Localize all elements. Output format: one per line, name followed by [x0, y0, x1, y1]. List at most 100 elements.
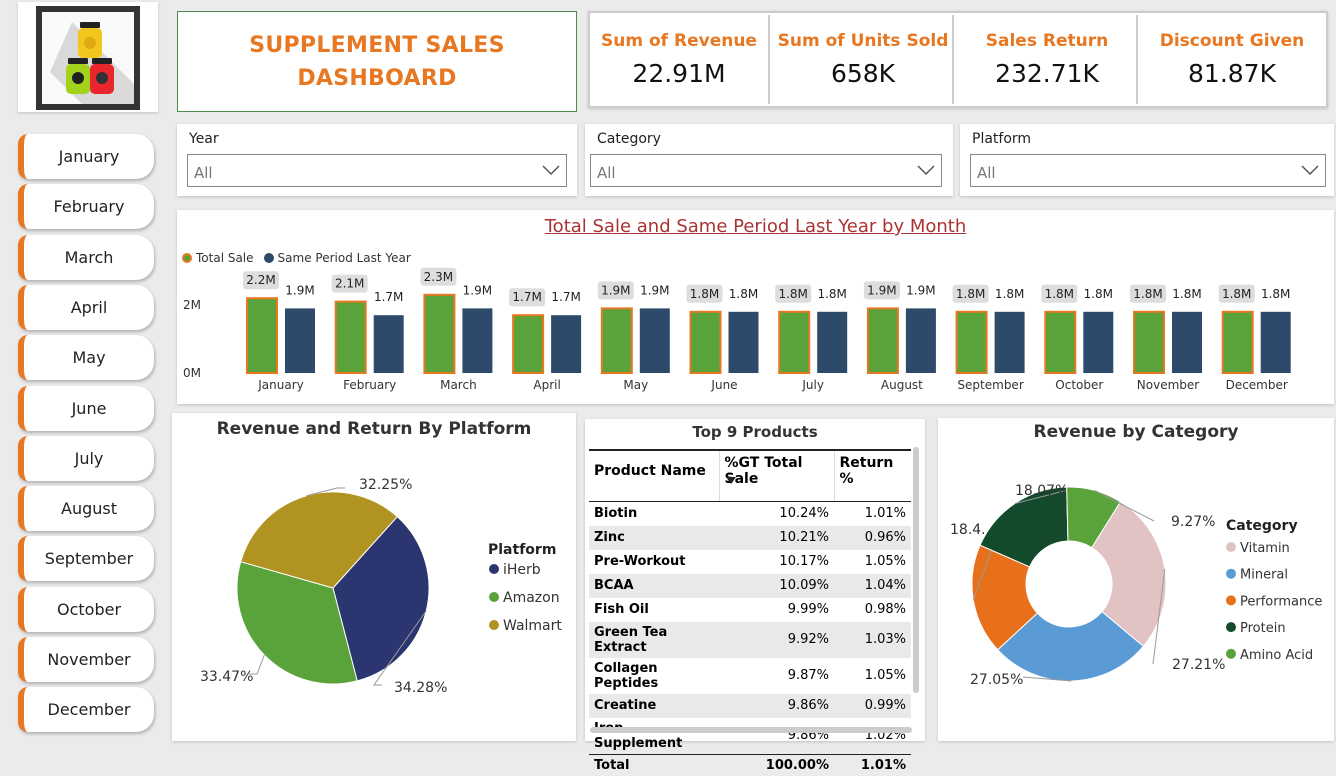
legend-item[interactable]: Performance — [1240, 594, 1322, 609]
legend-marker — [1226, 648, 1236, 659]
bar-last-year[interactable] — [551, 315, 582, 373]
month-button-may[interactable]: May — [18, 335, 154, 381]
total-row: Total 100.00% 1.01% — [589, 753, 911, 776]
vertical-scrollbar[interactable] — [913, 447, 919, 693]
table-row[interactable]: Zinc 10.21% 0.96% — [589, 525, 911, 550]
legend-item[interactable]: Amino Acid — [1240, 648, 1313, 663]
legend-item[interactable]: Amazon — [503, 590, 560, 606]
legend-item[interactable]: Mineral — [1240, 568, 1288, 583]
year-dropdown[interactable]: All — [187, 154, 567, 187]
product-name: Green Tea Extract — [589, 621, 719, 658]
bar-total-sale[interactable] — [1044, 310, 1077, 375]
bar-total-sale[interactable] — [423, 293, 456, 374]
bar-last-year[interactable] — [905, 308, 936, 373]
total-label: Total — [589, 753, 719, 776]
total-gt: 100.00% — [719, 753, 834, 776]
month-button-december[interactable]: December — [18, 687, 154, 733]
kpi-row: Sum of Revenue 22.91M Sum of Units Sold … — [588, 11, 1328, 108]
bar-last-year[interactable] — [817, 311, 848, 373]
month-button-august[interactable]: August — [18, 486, 154, 532]
data-label-last-year: 1.8M — [1261, 287, 1290, 301]
bar-last-year[interactable] — [1083, 311, 1114, 373]
x-tick-label: May — [623, 378, 648, 392]
table-row[interactable]: Fish Oil 9.99% 0.98% — [589, 598, 911, 622]
bar-total-sale[interactable] — [334, 300, 367, 374]
gt-total-sale: 9.87% — [787, 668, 829, 683]
bar-total-sale[interactable] — [955, 310, 988, 375]
legend-marker — [489, 564, 499, 574]
monthly-sales-chart: Total Sale and Same Period Last Year by … — [177, 210, 1334, 404]
month-button-october[interactable]: October — [18, 586, 154, 632]
month-button-june[interactable]: June — [18, 385, 154, 431]
x-tick-label: April — [533, 378, 560, 392]
bar-total-sale[interactable] — [1221, 310, 1254, 375]
dropdown-value: All — [977, 164, 996, 182]
legend-title: Platform — [488, 542, 556, 558]
bar-last-year[interactable] — [1172, 311, 1202, 373]
bar-last-year[interactable] — [373, 315, 404, 373]
legend-item[interactable]: Walmart — [503, 618, 562, 634]
horizontal-scrollbar[interactable] — [590, 727, 912, 733]
table-row[interactable]: Iron Supplement 9.86% 1.02% — [589, 718, 911, 755]
platform-filter: Platform All — [960, 124, 1334, 196]
category-dropdown[interactable]: All — [590, 154, 942, 187]
bar-last-year[interactable] — [639, 308, 670, 373]
column-header-sorted[interactable]: %GT Total Sale — [718, 449, 834, 502]
data-label-total: 2.2M — [246, 273, 275, 287]
kpi-value: 22.91M — [632, 59, 726, 88]
data-label-total: 2.3M — [424, 270, 453, 284]
legend-marker — [1226, 622, 1236, 633]
dashboard-title-card: SUPPLEMENT SALES DASHBOARD — [177, 11, 577, 112]
bar-last-year[interactable] — [285, 308, 315, 373]
bar-last-year[interactable] — [994, 311, 1025, 373]
month-button-march[interactable]: March — [18, 234, 154, 280]
bar-total-sale[interactable] — [246, 297, 278, 374]
bar-total-sale[interactable] — [600, 307, 633, 374]
data-label-total: 1.9M — [867, 283, 896, 297]
legend-item[interactable]: Protein — [1240, 621, 1286, 636]
product-name: BCAA — [589, 573, 719, 598]
table-row[interactable]: BCAA 10.09% 1.04% — [589, 573, 911, 598]
month-button-november[interactable]: November — [18, 637, 154, 682]
legend-item[interactable]: iHerb — [503, 562, 541, 578]
month-button-february[interactable]: February — [18, 184, 154, 230]
bar-last-year[interactable] — [462, 308, 493, 373]
y-tick-label: 2M — [183, 298, 201, 312]
column-header[interactable]: Product Name — [589, 449, 719, 502]
column-header[interactable]: Return % — [833, 449, 911, 502]
pie-data-label: 34.28% — [394, 680, 447, 696]
table-row[interactable]: Pre-Workout 10.17% 1.05% — [589, 550, 911, 574]
data-label-total: 1.8M — [1045, 287, 1074, 301]
gt-total-sale: 9.86% — [719, 693, 834, 718]
bar-last-year[interactable] — [1260, 311, 1291, 373]
month-button-september[interactable]: September — [18, 536, 154, 582]
legend-item[interactable]: Vitamin — [1240, 541, 1290, 556]
month-button-july[interactable]: July — [18, 435, 154, 481]
platform-dropdown[interactable]: All — [970, 154, 1326, 187]
bar-total-sale[interactable] — [778, 310, 811, 375]
gt-total-sale: 9.86% — [787, 728, 829, 743]
data-label-last-year: 1.9M — [463, 283, 492, 297]
bar-total-sale[interactable] — [866, 307, 899, 374]
table-row[interactable]: Biotin 10.24% 1.01% — [589, 502, 911, 526]
table-row[interactable]: Creatine 9.86% 0.99% — [589, 693, 911, 718]
bar-total-sale[interactable] — [512, 314, 545, 374]
gt-total-sale: 10.17% — [779, 554, 829, 569]
bar-last-year[interactable] — [728, 311, 759, 373]
gt-total-sale: 10.21% — [719, 525, 834, 550]
data-label-total: 1.8M — [778, 287, 807, 301]
table-row[interactable]: Green Tea Extract 9.92% 1.03% — [589, 621, 911, 658]
product-name: Collagen Peptides — [594, 660, 659, 691]
kpi-sales-return: Sales Return 232.71K — [958, 15, 1138, 104]
bar-total-sale[interactable] — [1133, 310, 1165, 375]
gt-total-sale: 10.24% — [779, 506, 829, 522]
table-row[interactable]: Collagen Peptides 9.87% 1.05% — [589, 658, 911, 694]
month-button-april[interactable]: April — [18, 284, 154, 330]
x-tick-label: October — [1055, 378, 1103, 392]
kpi-label: Sum of Revenue — [601, 31, 757, 51]
category-filter: Category All — [585, 124, 953, 196]
bar-total-sale[interactable] — [689, 310, 722, 375]
month-button-january[interactable]: January — [18, 134, 154, 179]
title-line-2: DASHBOARD — [297, 65, 457, 91]
product-name: Biotin — [594, 506, 638, 522]
